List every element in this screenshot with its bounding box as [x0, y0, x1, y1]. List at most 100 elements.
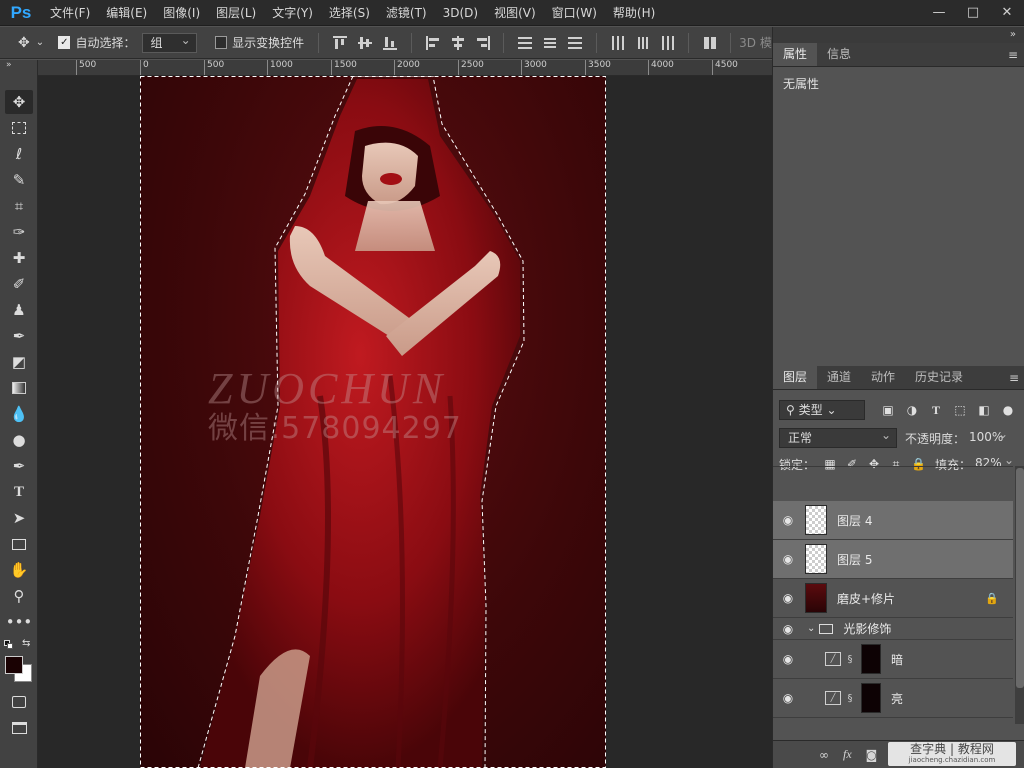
menu-image[interactable]: 图像(I) [155, 0, 208, 26]
swap-colors-icon[interactable]: ⇆ [22, 638, 30, 649]
clone-stamp-tool-icon[interactable]: ♟ [5, 298, 33, 322]
move-tool-icon[interactable]: ✥ [18, 35, 30, 51]
auto-select-dropdown[interactable]: 组 [141, 31, 197, 53]
layer-row[interactable]: ◉ 图层 4 [773, 501, 1013, 540]
layer-row[interactable]: ◉ ╱ § 暗 [773, 640, 1013, 679]
quick-selection-tool-icon[interactable]: ✎ [5, 168, 33, 192]
menu-view[interactable]: 视图(V) [486, 0, 544, 26]
add-mask-icon[interactable]: ◙ [866, 748, 878, 762]
move-tool-icon[interactable]: ✥ [5, 90, 33, 114]
marquee-tool-icon[interactable] [5, 116, 33, 140]
chevron-down-icon[interactable]: ⌄ [36, 37, 44, 48]
more-tools-icon[interactable]: ••• [5, 610, 33, 634]
auto-align-icon[interactable] [703, 36, 717, 50]
align-hcenter-icon[interactable] [451, 35, 464, 50]
link-icon[interactable]: § [845, 654, 855, 665]
layer-group-row[interactable]: ◉ ⌄ 光影修饰 [773, 618, 1013, 640]
chevron-down-icon[interactable]: ⌄ [807, 623, 815, 634]
filter-pixel-icon[interactable]: ▣ [881, 403, 895, 417]
maximize-button[interactable]: □ [956, 0, 990, 26]
tab-history[interactable]: 历史记录 [905, 366, 973, 389]
hand-tool-icon[interactable]: ✋ [5, 558, 33, 582]
scrollbar-thumb[interactable] [1016, 468, 1024, 688]
align-left-icon[interactable] [425, 35, 439, 50]
default-colors-icon[interactable] [4, 640, 14, 650]
history-brush-tool-icon[interactable]: ✒ [5, 324, 33, 348]
quick-mask-icon[interactable] [5, 690, 33, 714]
link-layers-icon[interactable]: ∞ [819, 748, 829, 762]
collapse-toolbar-icon[interactable]: » [6, 60, 12, 70]
menu-type[interactable]: 文字(Y) [264, 0, 321, 26]
tab-layers[interactable]: 图层 [773, 366, 818, 389]
visibility-eye-icon[interactable]: ◉ [773, 652, 803, 666]
visibility-eye-icon[interactable]: ◉ [773, 691, 803, 705]
align-vcenter-icon[interactable] [358, 36, 373, 50]
blend-mode-dropdown[interactable]: 正常 [779, 426, 897, 448]
tab-properties[interactable]: 属性 [773, 43, 818, 66]
menu-edit[interactable]: 编辑(E) [98, 0, 155, 26]
distribute-top-icon[interactable] [518, 36, 533, 50]
menu-help[interactable]: 帮助(H) [605, 0, 663, 26]
layer-row[interactable]: ◉ ╱ § 亮 [773, 679, 1013, 718]
type-tool-icon[interactable]: T [5, 480, 33, 504]
tab-channels[interactable]: 通道 [817, 366, 861, 389]
fx-icon[interactable]: fx [843, 747, 852, 762]
auto-select-checkbox[interactable]: ✓ [58, 36, 71, 49]
foreground-color-swatch[interactable] [5, 656, 23, 674]
filter-smart-object-icon[interactable]: ◧ [977, 403, 991, 417]
eyedropper-tool-icon[interactable]: ✑ [5, 220, 33, 244]
minimize-button[interactable]: — [922, 0, 956, 26]
rectangle-tool-icon[interactable] [5, 532, 33, 556]
menu-select[interactable]: 选择(S) [321, 0, 378, 26]
menu-filter[interactable]: 滤镜(T) [378, 0, 435, 26]
collapse-panels-icon[interactable]: » [1010, 27, 1016, 43]
dodge-tool-icon[interactable]: ● [5, 428, 33, 452]
gradient-tool-icon[interactable] [5, 376, 33, 400]
distribute-vcenter-icon[interactable] [543, 36, 557, 50]
menu-file[interactable]: 文件(F) [42, 0, 98, 26]
close-button[interactable]: ✕ [990, 0, 1024, 26]
healing-brush-tool-icon[interactable]: ✚ [5, 246, 33, 270]
lasso-tool-icon[interactable]: ℓ [5, 142, 33, 166]
show-transform-checkbox[interactable] [214, 36, 228, 49]
blur-tool-icon[interactable]: 💧 [5, 402, 33, 426]
panel-menu-icon[interactable]: ≡ [1008, 48, 1018, 62]
distribute-left-icon[interactable] [611, 35, 624, 50]
align-top-icon[interactable] [333, 35, 348, 50]
path-selection-tool-icon[interactable]: ➤ [5, 506, 33, 530]
canvas-area[interactable]: ZUOCHUN 微信:578094297 [38, 76, 772, 768]
brush-tool-icon[interactable]: ✐ [5, 272, 33, 296]
layers-scrollbar[interactable] [1015, 466, 1024, 724]
pen-tool-icon[interactable]: ✒ [5, 454, 33, 478]
horizontal-ruler[interactable]: 500 0 500 1000 1500 2000 2500 3000 3500 … [38, 60, 772, 76]
visibility-eye-icon[interactable]: ◉ [773, 552, 803, 566]
link-icon[interactable]: § [845, 693, 855, 704]
filter-shape-icon[interactable]: ⬚ [953, 403, 967, 417]
filter-type-icon[interactable]: T [929, 403, 943, 417]
align-right-icon[interactable] [476, 35, 490, 50]
menu-layer[interactable]: 图层(L) [208, 0, 264, 26]
document-canvas[interactable]: ZUOCHUN 微信:578094297 [140, 76, 606, 768]
distribute-bottom-icon[interactable] [568, 36, 583, 50]
distribute-hcenter-icon[interactable] [636, 36, 649, 50]
filter-adjustment-icon[interactable]: ◑ [905, 403, 919, 417]
eraser-tool-icon[interactable]: ◩ [5, 350, 33, 374]
opacity-input[interactable]: 100% [965, 425, 1013, 448]
filter-toggle-icon[interactable]: ● [1001, 403, 1015, 417]
visibility-eye-icon[interactable]: ◉ [773, 622, 803, 636]
panel-menu-icon[interactable]: ≡ [1009, 371, 1019, 385]
align-bottom-icon[interactable] [383, 36, 398, 50]
menu-3d[interactable]: 3D(D) [435, 0, 486, 26]
zoom-tool-icon[interactable]: ⚲ [5, 584, 33, 608]
distribute-right-icon[interactable] [661, 35, 674, 50]
menu-window[interactable]: 窗口(W) [544, 0, 605, 26]
layer-row[interactable]: ◉ 磨皮+修片 🔒 [773, 579, 1013, 618]
visibility-eye-icon[interactable]: ◉ [773, 513, 803, 527]
screen-mode-icon[interactable] [5, 716, 33, 740]
tab-info[interactable]: 信息 [817, 43, 861, 66]
layer-mask-thumbnail[interactable] [861, 644, 881, 674]
layer-row[interactable]: ◉ 图层 5 [773, 540, 1013, 579]
tab-actions[interactable]: 动作 [861, 366, 905, 389]
visibility-eye-icon[interactable]: ◉ [773, 591, 803, 605]
crop-tool-icon[interactable]: ⌗ [5, 194, 33, 218]
